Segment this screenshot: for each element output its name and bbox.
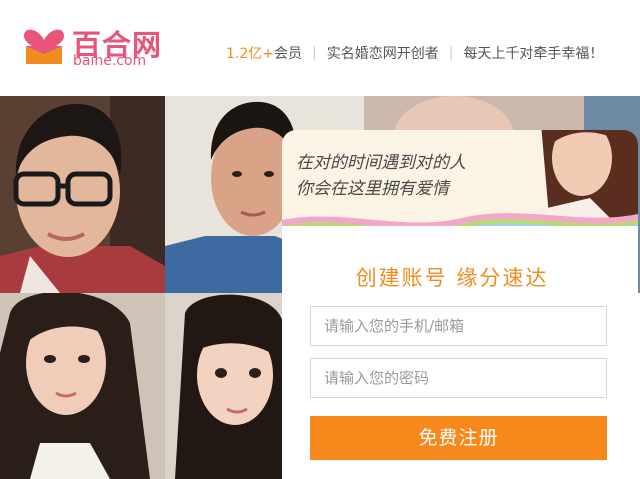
member-photo <box>0 293 165 479</box>
header-slogan: 1.2亿+ 会员 | 实名婚恋网开创者 | 每天上千对牵手幸福！ <box>226 43 603 63</box>
member-photo <box>165 293 285 479</box>
member-photo <box>0 96 165 293</box>
promo-tagline: 在对的时间遇到对的人 你会在这里拥有爱情 <box>296 150 466 202</box>
double-heart-logo-icon <box>24 29 64 64</box>
slogan-separator: | <box>312 45 317 61</box>
member-label: 会员 <box>274 46 302 62</box>
password-input[interactable] <box>310 358 607 398</box>
phone-email-input[interactable] <box>310 306 607 346</box>
slogan-separator: | <box>448 45 454 61</box>
register-title: 创建账号 缘分速达 <box>355 266 549 290</box>
slogan-item-daily: 每天上千对牵手幸福！ <box>463 46 604 62</box>
promo-line-1: 在对的时间遇到对的人 <box>296 153 466 173</box>
logo-text-en: baihe.com <box>73 53 147 69</box>
rainbow-ribbon <box>282 213 638 228</box>
baihe-logo[interactable]: 百合网 baihe.com <box>22 20 162 70</box>
site-header: 百合网 baihe.com 1.2亿+ 会员 | 实名婚恋网开创者 | 每天上千… <box>0 0 640 96</box>
promo-banner: 在对的时间遇到对的人 你会在这里拥有爱情 <box>282 130 638 228</box>
slogan-item-pioneer: 实名婚恋网开创者 <box>326 46 439 62</box>
free-register-button[interactable]: 免费注册 <box>310 416 607 460</box>
promo-line-2: 你会在这里拥有爱情 <box>296 179 449 199</box>
member-count: 1.2亿+ <box>226 46 274 62</box>
register-card: 在对的时间遇到对的人 你会在这里拥有爱情 创建账号 缘分速达 免费注册 <box>282 130 638 479</box>
